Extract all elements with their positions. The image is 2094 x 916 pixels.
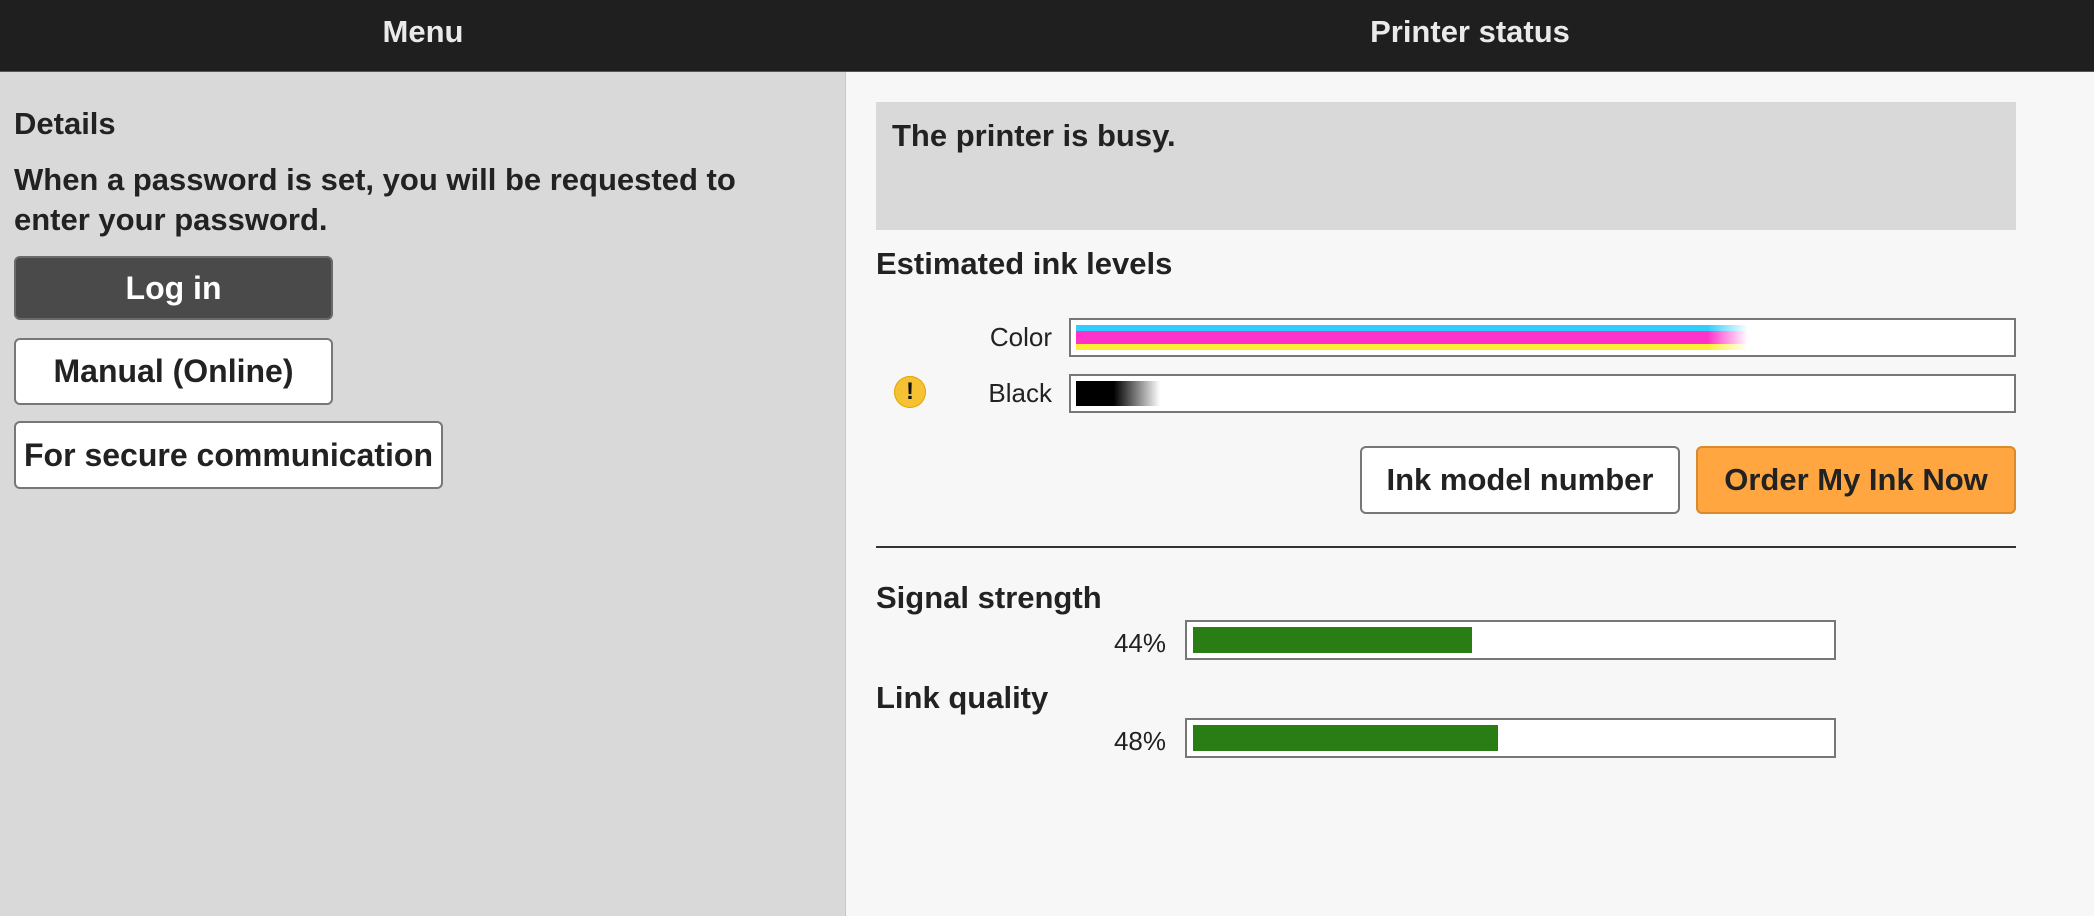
signal-strength-heading: Signal strength <box>876 580 1102 615</box>
status-message: The printer is busy. <box>892 118 1176 153</box>
printer-status-title: Printer status <box>1370 14 1570 49</box>
details-heading: Details <box>14 106 116 141</box>
login-button[interactable]: Log in <box>14 256 333 320</box>
section-divider <box>876 546 2016 548</box>
manual-online-button[interactable]: Manual (Online) <box>14 338 333 405</box>
order-ink-button[interactable]: Order My Ink Now <box>1696 446 2016 514</box>
password-info-text: When a password is set, you will be requ… <box>14 162 736 237</box>
ink-black-label: Black <box>988 378 1052 408</box>
menu-title: Menu <box>382 14 464 49</box>
signal-strength-fill <box>1193 627 1472 653</box>
ink-color-meter <box>1069 318 2016 357</box>
printer-status-panel: The printer is busy. Estimated ink level… <box>846 72 2094 916</box>
link-quality-meter <box>1185 718 1836 758</box>
ink-model-number-button[interactable]: Ink model number <box>1360 446 1680 514</box>
ink-black-fill <box>1076 381 1160 406</box>
link-quality-heading: Link quality <box>876 680 1049 715</box>
ink-color-fill <box>1076 325 1748 350</box>
ink-levels-heading: Estimated ink levels <box>876 246 1173 281</box>
secure-communication-button[interactable]: For secure communication <box>14 421 443 489</box>
link-quality-fill <box>1193 725 1498 751</box>
ink-color-label: Color <box>989 322 1052 352</box>
ink-yellow-stripe <box>1076 343 1748 350</box>
link-quality-value: 48% <box>1113 726 1166 756</box>
sidebar-menu: Details When a password is set, you will… <box>0 72 846 916</box>
status-message-box: The printer is busy. <box>876 102 2016 230</box>
signal-strength-value: 44% <box>1113 628 1166 658</box>
ink-black-meter <box>1069 374 2016 413</box>
top-bar: Menu Printer status <box>0 0 2094 72</box>
signal-strength-meter <box>1185 620 1836 660</box>
